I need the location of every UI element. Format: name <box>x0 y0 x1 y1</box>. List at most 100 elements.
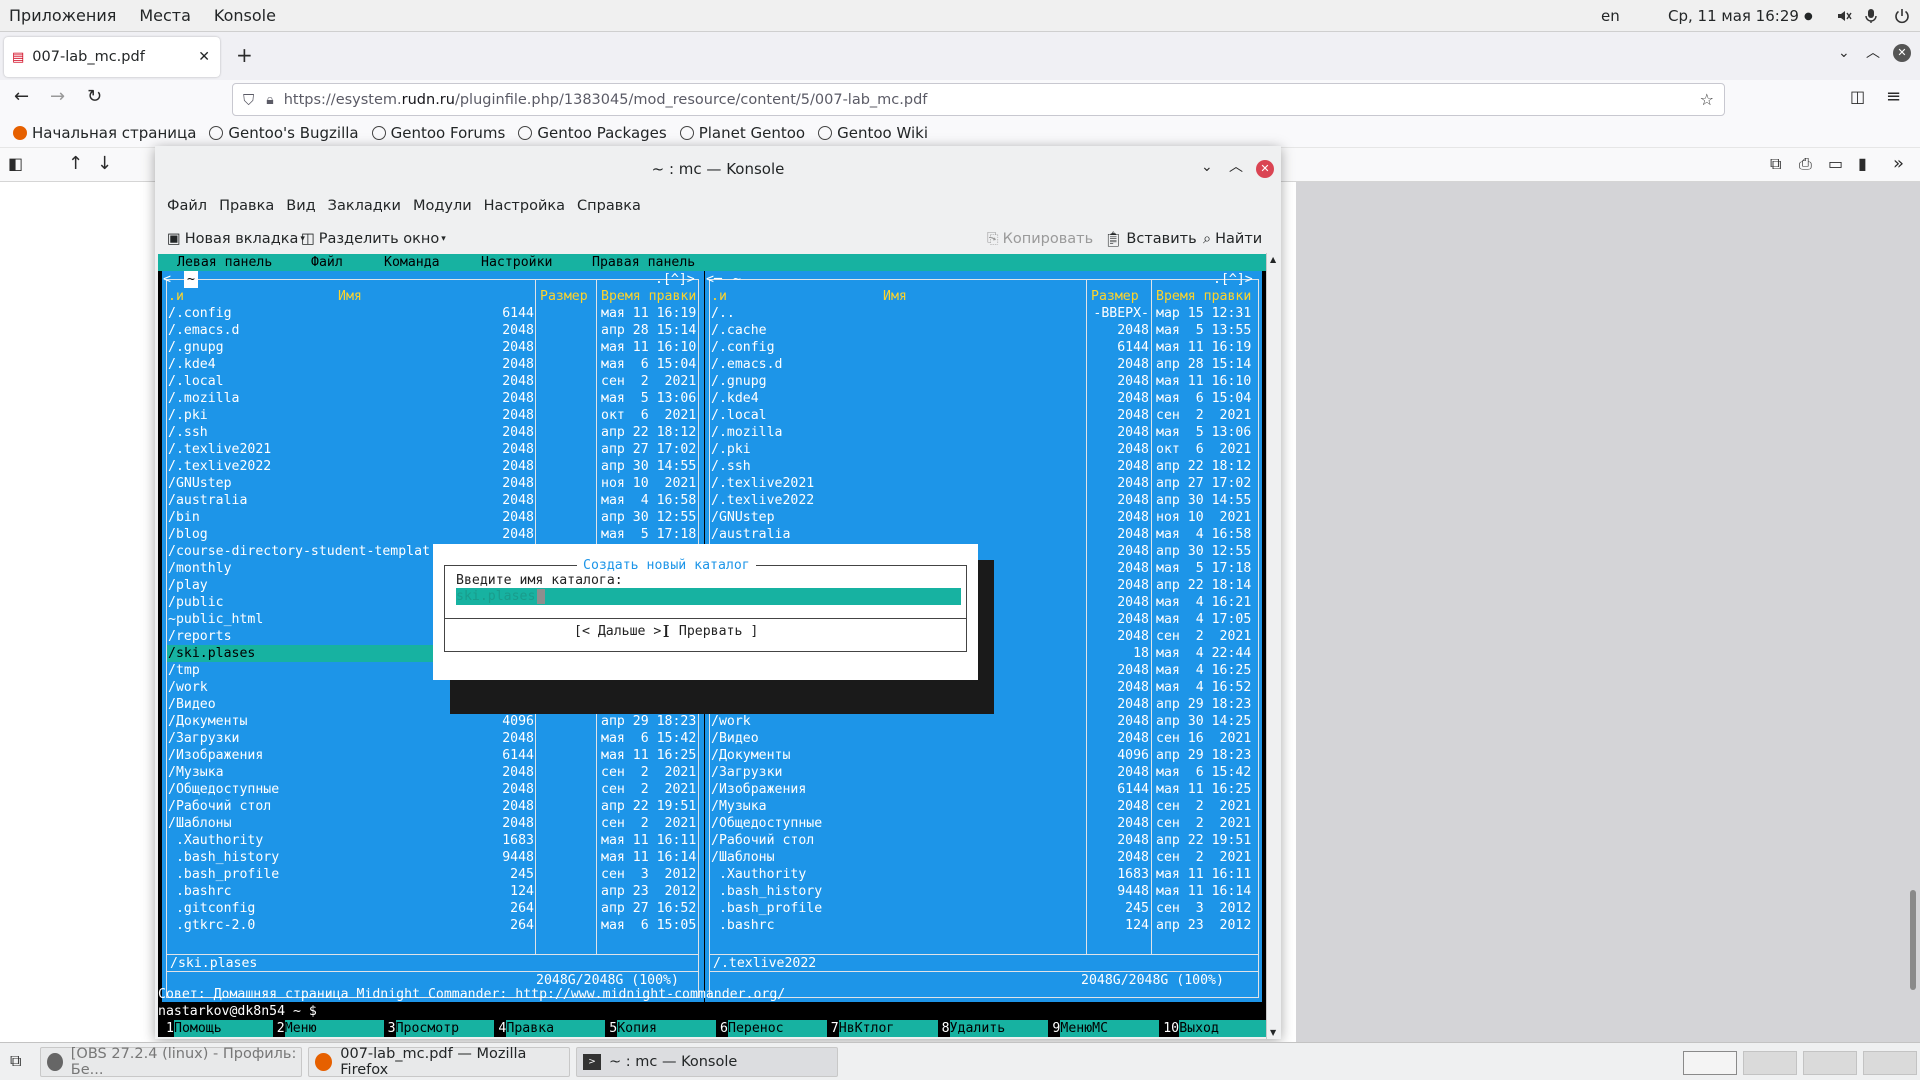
menu-view[interactable]: Вид <box>286 198 315 214</box>
file-row[interactable]: /Документы 4096 апр 29 18:23 <box>705 747 1262 764</box>
tab-close-icon[interactable]: ✕ <box>198 49 210 65</box>
lock-icon[interactable]: 🔒︎ <box>266 92 273 108</box>
file-row[interactable]: /bin 2048 апр 30 12:55 <box>162 509 704 526</box>
split-view-button[interactable]: ◫ Разделить окно ▾ <box>301 220 446 258</box>
bookmark-forums[interactable]: Gentoo Forums <box>371 124 505 142</box>
bookmark-planet[interactable]: Planet Gentoo <box>679 124 805 142</box>
task-firefox[interactable]: 007-lab_mc.pdf — Mozilla Firefox <box>308 1046 570 1078</box>
file-row[interactable]: /.pki 2048 окт 6 2021 <box>705 441 1262 458</box>
paste-button[interactable]: 📋︎ Вставить <box>1104 220 1197 258</box>
list-tabs-chevron-icon[interactable]: ⌄ <box>1838 46 1850 60</box>
menu-places[interactable]: Места <box>139 6 191 25</box>
file-row[interactable]: /Музыка 2048 сен 2 2021 <box>162 764 704 781</box>
menu-help[interactable]: Справка <box>577 198 641 214</box>
keyboard-layout[interactable]: en <box>1601 0 1620 32</box>
file-row[interactable]: /.ssh 2048 апр 22 18:12 <box>162 424 704 441</box>
file-row[interactable]: /work 2048 апр 30 14:25 <box>705 713 1262 730</box>
file-row[interactable]: /.texlive2021 2048 апр 27 17:02 <box>705 475 1262 492</box>
left-panel-history[interactable]: .[^]> <box>655 271 695 288</box>
menu-edit[interactable]: Правка <box>219 198 274 214</box>
power-icon[interactable] <box>1894 0 1910 32</box>
volume-muted-icon[interactable] <box>1836 0 1852 32</box>
menu-settings[interactable]: Настройка <box>484 198 565 214</box>
task-obs[interactable]: [OBS 27.2.4 (linux) - Профиль: Бе... <box>40 1046 302 1078</box>
sidebar-toggle-icon[interactable]: ◧ <box>8 156 23 172</box>
mc-menu-left-panel[interactable]: Левая панель <box>177 254 272 271</box>
file-row[interactable]: /.emacs.d 2048 апр 28 15:14 <box>162 322 704 339</box>
dir-name-input[interactable]: ski.plases <box>456 588 961 605</box>
file-row[interactable]: .bash_history 9448 мая 11 16:14 <box>705 883 1262 900</box>
menu-file[interactable]: Файл <box>167 198 207 214</box>
file-row[interactable]: /Рабочий стол 2048 апр 22 19:51 <box>162 798 704 815</box>
file-row[interactable]: .gtkrc-2.0 264 мая 6 15:05 <box>162 917 704 934</box>
file-row[interactable]: /.texlive2022 2048 апр 30 14:55 <box>705 492 1262 509</box>
fkey-1[interactable]: 1 Помощь <box>166 1020 273 1037</box>
print-icon[interactable]: ⎙ <box>1799 156 1812 172</box>
menu-konsole[interactable]: Konsole <box>214 6 276 25</box>
file-row[interactable]: /.gnupg 2048 мая 11 16:10 <box>705 373 1262 390</box>
presentation-icon[interactable]: ⧉ <box>1770 156 1781 172</box>
file-row[interactable]: /GNUstep 2048 ноя 10 2021 <box>705 509 1262 526</box>
file-row[interactable]: /Общедоступные 2048 сен 2 2021 <box>705 815 1262 832</box>
file-row[interactable]: /Загрузки 2048 мая 6 15:42 <box>705 764 1262 781</box>
file-row[interactable]: .bashrc 124 апр 23 2012 <box>705 917 1262 934</box>
new-tab-icon[interactable]: + <box>236 45 253 65</box>
tab-pdf[interactable]: ▤ 007-lab_mc.pdf ✕ <box>4 37 220 77</box>
chevron-up-icon[interactable]: ︿ <box>1229 160 1243 174</box>
mc-menu-right-panel[interactable]: Правая панель <box>592 254 695 271</box>
file-row[interactable]: /australia 2048 мая 4 16:58 <box>705 526 1262 543</box>
pocket-icon[interactable]: ◫ <box>1850 89 1865 105</box>
file-row[interactable]: /.. -ВВЕРХ-мар 15 12:31 <box>705 305 1262 322</box>
file-row[interactable]: /.ssh 2048 апр 22 18:12 <box>705 458 1262 475</box>
file-row[interactable]: /.mozilla 2048 мая 5 13:06 <box>162 390 704 407</box>
left-panel-path[interactable]: ~ <box>184 271 198 288</box>
bookmark-icon[interactable]: ▮ <box>1858 156 1867 172</box>
file-row[interactable]: /Документы 4096 апр 29 18:23 <box>162 713 704 730</box>
file-row[interactable]: .bash_profile 245 сен 3 2012 <box>162 866 704 883</box>
close-icon[interactable]: ✕ <box>1256 160 1274 178</box>
file-row[interactable]: /.kde4 2048 мая 6 15:04 <box>705 390 1262 407</box>
minimize-icon[interactable]: ︿ <box>1866 46 1880 60</box>
mc-menu-options[interactable]: Настройки <box>481 254 552 271</box>
copy-button[interactable]: ⎘ Копировать <box>987 220 1093 258</box>
mc-menu-command[interactable]: Команда <box>384 254 440 271</box>
file-row[interactable]: .gitconfig 264 апр 27 16:52 <box>162 900 704 917</box>
file-row[interactable]: /.local 2048 сен 2 2021 <box>705 407 1262 424</box>
desktop-2[interactable] <box>1743 1051 1797 1075</box>
file-row[interactable]: /.gnupg 2048 мая 11 16:10 <box>162 339 704 356</box>
scroll-up-icon[interactable]: ▲ <box>1270 255 1276 264</box>
tools-icon[interactable]: » <box>1893 155 1904 173</box>
file-row[interactable]: /Загрузки 2048 мая 6 15:42 <box>162 730 704 747</box>
previous-page-icon[interactable]: ↑ <box>68 155 83 173</box>
file-row[interactable]: /Изображения 6144 мая 11 16:25 <box>705 781 1262 798</box>
fkey-3[interactable]: 3 Просмотр <box>388 1020 495 1037</box>
desktop-1[interactable] <box>1683 1051 1737 1075</box>
find-button[interactable]: ⌕ Найти <box>1203 220 1262 258</box>
right-panel-path[interactable]: ~ <box>733 271 741 288</box>
shell-prompt[interactable]: nastarkov@dk8n54 ~ $ <box>158 1003 317 1020</box>
mc-menu-file[interactable]: Файл <box>311 254 343 271</box>
file-row[interactable]: /Видео 2048 сен 16 2021 <box>705 730 1262 747</box>
file-row[interactable]: /.local 2048 сен 2 2021 <box>162 373 704 390</box>
terminal-scrollbar[interactable]: ▲ ▼ <box>1266 253 1281 1039</box>
file-row[interactable]: /blog 2048 мая 5 17:18 <box>162 526 704 543</box>
menu-bookmarks[interactable]: Закладки <box>328 198 401 214</box>
file-row[interactable]: /.pki 2048 окт 6 2021 <box>162 407 704 424</box>
file-row[interactable]: /.texlive2022 2048 апр 30 14:55 <box>162 458 704 475</box>
file-row[interactable]: /Шаблоны 2048 сен 2 2021 <box>162 815 704 832</box>
file-row[interactable]: /Изображения 6144 мая 11 16:25 <box>162 747 704 764</box>
bookmark-home[interactable]: Начальная страница <box>13 124 196 142</box>
file-row[interactable]: /.cache 2048 мая 5 13:55 <box>705 322 1262 339</box>
desktop-4[interactable] <box>1863 1051 1917 1075</box>
fkey-10[interactable]: 10 Выход <box>1163 1020 1266 1037</box>
desktop-3[interactable] <box>1803 1051 1857 1075</box>
open-file-icon[interactable]: ▭ <box>1828 156 1843 172</box>
file-row[interactable]: /australia 2048 мая 4 16:58 <box>162 492 704 509</box>
fkey-2[interactable]: 2 Меню <box>277 1020 384 1037</box>
next-page-icon[interactable]: ↓ <box>97 155 112 173</box>
menu-plugins[interactable]: Модули <box>413 198 472 214</box>
bookmark-packages[interactable]: Gentoo Packages <box>518 124 667 142</box>
fkey-5[interactable]: 5 Копия <box>609 1020 716 1037</box>
url-bar[interactable]: ⛉ 🔒︎ https://esystem.rudn.ru/pluginfile.… <box>232 83 1725 116</box>
dialog-cancel-button[interactable]: [ Прервать ] <box>663 623 758 640</box>
